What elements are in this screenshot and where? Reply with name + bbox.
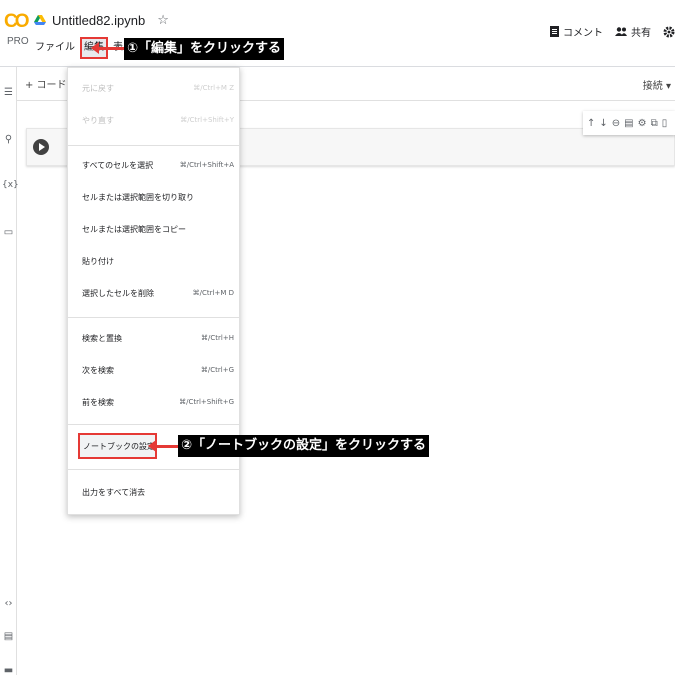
menu-file[interactable]: ファイル xyxy=(32,38,78,58)
menu-item-label: 検索と置換 xyxy=(82,333,122,343)
menu-item-label: セルまたは選択範囲を切り取り xyxy=(82,192,194,202)
star-icon[interactable]: ☆ xyxy=(157,13,169,28)
menu-item-label: 出力をすべて消去 xyxy=(82,487,146,497)
code-snippets-icon[interactable]: ‹› xyxy=(2,598,15,609)
people-icon xyxy=(615,27,627,36)
comment-button[interactable]: コメント xyxy=(550,24,603,39)
cell-settings-icon[interactable]: ⚙ xyxy=(638,118,647,129)
left-rail: ☰ ⚲ {x} ▭ ‹› ▤ ▬ xyxy=(0,67,19,675)
colab-window: CO PRO Untitled82.ipynb ☆ ファイル 編集 表 挿 コメ… xyxy=(0,0,675,675)
menu-item-label: 前を検索 xyxy=(82,397,114,407)
menu-item-paste[interactable]: 貼り付け xyxy=(68,250,239,272)
menu-item-select-all[interactable]: すべてのセルを選択 ⌘/Ctrl+Shift+A xyxy=(68,154,239,176)
move-down-icon[interactable]: ↓ xyxy=(599,118,607,129)
menu-item-shortcut: ⌘/Ctrl+Shift+Y xyxy=(180,116,234,124)
menu-item-label: 貼り付け xyxy=(82,256,114,266)
gear-icon xyxy=(663,26,675,37)
menu-divider xyxy=(68,424,239,425)
menu-item-label: 選択したセルを削除 xyxy=(82,288,154,298)
command-palette-icon[interactable]: ▤ xyxy=(2,631,15,642)
menu-item-shortcut: ⌘/Ctrl+Shift+G xyxy=(179,398,234,406)
cell-toolbar: ↑ ↓ ⊖ ▤ ⚙ ⧉ ▯ xyxy=(583,111,675,135)
menu-item-find-next[interactable]: 次を検索 ⌘/Ctrl+G xyxy=(68,359,239,381)
menu-item-label: やり直す xyxy=(82,115,114,125)
menu-divider xyxy=(68,145,239,146)
settings-button[interactable] xyxy=(663,26,675,38)
menu-item-shortcut: ⌘/Ctrl+M Z xyxy=(193,84,234,92)
run-cell-icon[interactable] xyxy=(33,139,49,155)
share-label: 共有 xyxy=(631,28,651,39)
colab-logo-mark: CO xyxy=(4,11,30,32)
menu-item-shortcut: ⌘/Ctrl+H xyxy=(201,334,234,342)
menu-item-cut[interactable]: セルまたは選択範囲を切り取り xyxy=(68,186,239,208)
menu-item-label: セルまたは選択範囲をコピー xyxy=(82,224,186,234)
variables-icon[interactable]: {x} xyxy=(2,180,19,190)
search-icon[interactable]: ⚲ xyxy=(2,134,15,145)
mirror-cell-icon[interactable]: ⧉ xyxy=(651,118,658,129)
connect-button[interactable]: 接続 ▾ xyxy=(643,77,671,92)
menu-item-clear-outputs[interactable]: 出力をすべて消去 xyxy=(68,481,239,503)
menu-item-delete-cells[interactable]: 選択したセルを削除 ⌘/Ctrl+M D xyxy=(68,282,239,304)
connect-label: 接続 xyxy=(642,81,663,92)
title-row: Untitled82.ipynb ☆ xyxy=(34,10,169,30)
menu-item-undo[interactable]: 元に戻す ⌘/Ctrl+M Z xyxy=(68,77,239,99)
share-button[interactable]: 共有 xyxy=(615,24,651,39)
menu-item-notebook-settings[interactable]: ノートブックの設定 xyxy=(78,433,157,459)
comment-label: コメント xyxy=(563,28,603,39)
header-actions: コメント 共有 xyxy=(550,24,675,39)
toc-icon[interactable]: ☰ xyxy=(2,87,15,98)
menu-item-label: ノートブックの設定 xyxy=(83,441,155,451)
menu-divider xyxy=(68,317,239,318)
delete-cell-icon[interactable]: ▯ xyxy=(662,118,668,129)
annotation-step-1: ①「編集」をクリックする xyxy=(124,38,285,60)
menu-item-label: 元に戻す xyxy=(82,83,114,93)
add-code-button[interactable]: + コード xyxy=(25,76,67,91)
folder-icon[interactable]: ▭ xyxy=(2,227,15,238)
annotation-arrow-1 xyxy=(91,42,125,54)
comment-icon xyxy=(550,26,559,37)
menu-item-copy[interactable]: セルまたは選択範囲をコピー xyxy=(68,218,239,240)
menu-item-shortcut: ⌘/Ctrl+Shift+A xyxy=(179,161,234,169)
pro-badge: PRO xyxy=(7,36,29,47)
link-icon[interactable]: ⊖ xyxy=(612,118,620,129)
menu-item-label: すべてのセルを選択 xyxy=(82,160,154,170)
annotation-arrow-2 xyxy=(148,440,180,452)
annotation-step-2: ②「ノートブックの設定」をクリックする xyxy=(178,435,430,457)
comment-cell-icon[interactable]: ▤ xyxy=(624,118,633,129)
menu-divider xyxy=(68,469,239,470)
menu-item-shortcut: ⌘/Ctrl+G xyxy=(200,366,234,374)
menu-item-redo[interactable]: やり直す ⌘/Ctrl+Shift+Y xyxy=(68,109,239,131)
move-up-icon[interactable]: ↑ xyxy=(587,118,595,129)
menu-item-find-replace[interactable]: 検索と置換 ⌘/Ctrl+H xyxy=(68,327,239,349)
terminal-icon[interactable]: ▬ xyxy=(2,665,15,675)
menu-item-find-previous[interactable]: 前を検索 ⌘/Ctrl+Shift+G xyxy=(68,391,239,413)
colab-logo[interactable]: CO PRO xyxy=(4,12,30,48)
menu-item-shortcut: ⌘/Ctrl+M D xyxy=(192,289,234,297)
menu-item-label: 次を検索 xyxy=(82,365,114,375)
chevron-down-icon: ▾ xyxy=(665,81,671,92)
notebook-title[interactable]: Untitled82.ipynb xyxy=(52,13,145,28)
drive-icon xyxy=(34,15,46,25)
